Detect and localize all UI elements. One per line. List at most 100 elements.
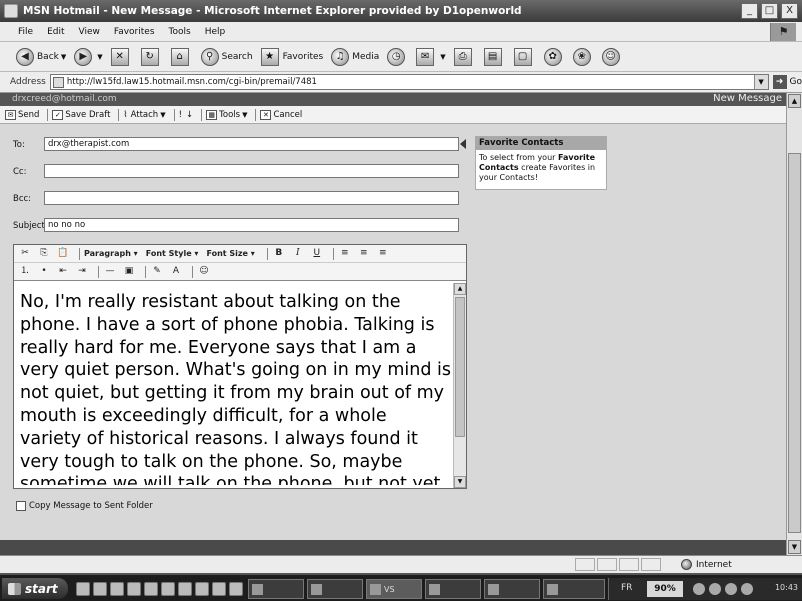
- tray-network-icon[interactable]: [693, 583, 705, 595]
- paragraph-dropdown[interactable]: Paragraph ▾: [84, 249, 138, 258]
- back-dropdown-icon[interactable]: ▼: [61, 53, 66, 61]
- send-button[interactable]: ✉ Send: [5, 109, 39, 120]
- indent-icon[interactable]: ⇥: [75, 265, 89, 278]
- save-draft-button[interactable]: ✓ Save Draft: [52, 109, 110, 120]
- quicklaunch-folder-icon[interactable]: [178, 582, 192, 596]
- scroll-up-icon[interactable]: ▲: [454, 283, 466, 295]
- align-center-icon[interactable]: ≡: [357, 247, 371, 260]
- back-button[interactable]: ◀ Back ▼: [16, 47, 66, 66]
- taskbar-button-active[interactable]: VS: [366, 579, 422, 599]
- quicklaunch-app-icon[interactable]: [195, 582, 209, 596]
- numbered-list-icon[interactable]: ⒈: [18, 265, 32, 278]
- message-body[interactable]: No, I'm really resistant about talking o…: [20, 291, 452, 485]
- page-scroll-thumb[interactable]: [788, 153, 801, 533]
- scroll-thumb[interactable]: [455, 297, 465, 437]
- scroll-down-icon[interactable]: ▼: [454, 476, 466, 488]
- research-button[interactable]: ❀: [572, 47, 594, 66]
- minimize-button[interactable]: _: [741, 3, 758, 19]
- tray-volume-icon[interactable]: [709, 583, 721, 595]
- cancel-button[interactable]: ✕ Cancel: [260, 109, 302, 120]
- to-field[interactable]: drx@therapist.com: [44, 137, 459, 151]
- insert-image-icon[interactable]: ▣: [122, 265, 136, 278]
- go-button[interactable]: ➜ Go: [772, 75, 802, 89]
- menu-favorites[interactable]: Favorites: [114, 27, 155, 37]
- taskbar-button[interactable]: [248, 579, 304, 599]
- tray-app-icon[interactable]: [741, 583, 753, 595]
- quicklaunch-ie-icon[interactable]: [144, 582, 158, 596]
- menu-edit[interactable]: Edit: [47, 27, 64, 37]
- messenger-button[interactable]: ✿: [543, 47, 565, 66]
- italic-button[interactable]: I: [291, 247, 305, 260]
- media-button[interactable]: ♫ Media: [331, 47, 379, 66]
- maximize-button[interactable]: □: [761, 3, 778, 19]
- history-button[interactable]: ◷: [387, 47, 408, 66]
- highlight-icon[interactable]: ✎: [150, 265, 164, 278]
- cc-field[interactable]: [44, 164, 459, 178]
- quicklaunch-desktop-icon[interactable]: [76, 582, 90, 596]
- font-color-icon[interactable]: A: [169, 265, 183, 278]
- tray-messenger-icon[interactable]: [725, 583, 737, 595]
- align-left-icon[interactable]: ≡: [338, 247, 352, 260]
- quicklaunch-word-icon[interactable]: [93, 582, 107, 596]
- attach-button[interactable]: ⌇ Attach ▼: [123, 110, 165, 120]
- quicklaunch-app-icon[interactable]: [212, 582, 226, 596]
- contacts-button[interactable]: ☺: [601, 47, 623, 66]
- print-button[interactable]: ⎙: [453, 47, 476, 66]
- favorite-contacts-panel: Favorite Contacts To select from your Fa…: [475, 136, 607, 190]
- refresh-button[interactable]: ↻: [140, 47, 163, 66]
- paste-icon[interactable]: 📋: [56, 247, 70, 260]
- menu-tools[interactable]: Tools: [169, 27, 191, 37]
- page-scroll-down-icon[interactable]: ▼: [788, 540, 801, 554]
- quicklaunch-excel-icon[interactable]: [110, 582, 124, 596]
- address-dropdown-icon[interactable]: ▼: [753, 75, 768, 89]
- mail-button[interactable]: ✉ ▼: [416, 47, 446, 66]
- home-button[interactable]: ⌂: [170, 47, 193, 66]
- discuss-button[interactable]: ▢: [513, 47, 536, 66]
- font-size-dropdown[interactable]: Font Size ▾: [206, 249, 254, 258]
- taskbar-button[interactable]: [484, 579, 540, 599]
- forward-button[interactable]: ▶ ▼: [74, 47, 103, 66]
- mail-dropdown-icon[interactable]: ▼: [440, 53, 445, 61]
- quicklaunch-outlook-icon[interactable]: [127, 582, 141, 596]
- quicklaunch-media-icon[interactable]: [161, 582, 175, 596]
- close-button[interactable]: X: [781, 3, 798, 19]
- bullet-list-icon[interactable]: •: [37, 265, 51, 278]
- emoticon-icon[interactable]: ☺: [197, 265, 211, 278]
- copy-to-sent-option[interactable]: Copy Message to Sent Folder: [16, 501, 153, 511]
- bold-button[interactable]: B: [272, 247, 286, 260]
- tools-button[interactable]: ▦ Tools ▼: [206, 109, 247, 120]
- editor-scrollbar[interactable]: ▲ ▼: [453, 283, 466, 488]
- taskbar-button[interactable]: [425, 579, 481, 599]
- priority-high-button[interactable]: !: [179, 110, 182, 120]
- stop-button[interactable]: ✕: [110, 47, 133, 66]
- edit-button[interactable]: ▤: [483, 47, 506, 66]
- taskbar-button[interactable]: [307, 579, 363, 599]
- zoom-indicator[interactable]: 90%: [647, 581, 683, 597]
- bcc-field[interactable]: [44, 191, 459, 205]
- forward-dropdown-icon[interactable]: ▼: [97, 53, 102, 61]
- copy-to-sent-checkbox[interactable]: [16, 501, 26, 511]
- subject-field[interactable]: no no no: [44, 218, 459, 232]
- menu-file[interactable]: File: [18, 27, 33, 37]
- taskbar-clock[interactable]: 10:43: [775, 583, 798, 592]
- horizontal-rule-icon[interactable]: —: [103, 265, 117, 278]
- taskbar-button[interactable]: [543, 579, 605, 599]
- font-style-dropdown[interactable]: Font Style ▾: [146, 249, 199, 258]
- start-button[interactable]: start: [2, 578, 68, 599]
- copy-icon[interactable]: ⎘: [37, 247, 51, 260]
- outdent-icon[interactable]: ⇤: [56, 265, 70, 278]
- align-right-icon[interactable]: ≡: [376, 247, 390, 260]
- search-button[interactable]: ⚲ Search: [200, 47, 253, 66]
- menu-view[interactable]: View: [79, 27, 100, 37]
- page-scroll-up-icon[interactable]: ▲: [788, 94, 801, 108]
- quicklaunch-app-icon[interactable]: [229, 582, 243, 596]
- favorites-arrow-icon[interactable]: [460, 139, 466, 149]
- language-indicator[interactable]: FR: [621, 583, 632, 593]
- priority-low-button[interactable]: ↓: [186, 110, 193, 120]
- page-scrollbar[interactable]: ▲ ▼: [786, 93, 802, 555]
- favorites-button[interactable]: ★ Favorites: [260, 47, 323, 66]
- menu-help[interactable]: Help: [205, 27, 226, 37]
- underline-button[interactable]: U: [310, 247, 324, 260]
- address-input[interactable]: http://lw15fd.law15.hotmail.msn.com/cgi-…: [49, 74, 769, 90]
- cut-icon[interactable]: ✂: [18, 247, 32, 260]
